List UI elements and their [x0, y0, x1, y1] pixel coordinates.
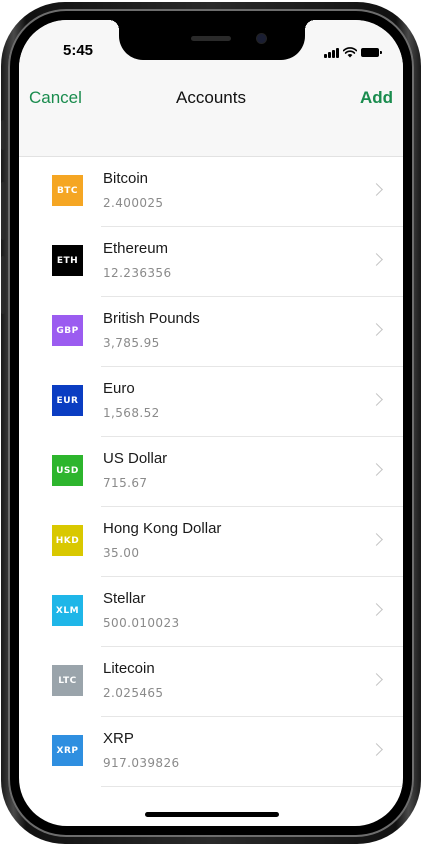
account-row-hkd[interactable]: HKD Hong Kong Dollar 35.00 — [19, 507, 403, 577]
chevron-right-icon — [370, 533, 383, 546]
account-name: Bitcoin — [103, 170, 149, 187]
account-name: US Dollar — [103, 450, 168, 467]
chevron-right-icon — [370, 673, 383, 686]
account-name: Stellar — [103, 590, 146, 607]
chevron-right-icon — [370, 463, 383, 476]
chevron-right-icon — [370, 183, 383, 196]
volume-down-button — [1, 256, 5, 314]
volume-up-button — [1, 182, 5, 240]
account-name: Euro — [103, 380, 135, 397]
currency-badge: GBP — [52, 315, 83, 346]
account-balance: 2.400025 — [103, 196, 164, 210]
account-row-eth[interactable]: ETH Ethereum 12.236356 — [19, 227, 403, 297]
battery-icon — [361, 48, 382, 57]
account-balance: 35.00 — [103, 546, 140, 560]
cellular-signal-icon — [324, 48, 339, 58]
account-name: Ethereum — [103, 240, 169, 257]
account-row-ltc[interactable]: LTC Litecoin 2.025465 — [19, 647, 403, 717]
front-camera — [257, 34, 266, 43]
currency-badge: XLM — [52, 595, 83, 626]
chevron-right-icon — [370, 393, 383, 406]
page-title: Accounts — [176, 88, 246, 107]
account-name: Hong Kong Dollar — [103, 520, 222, 537]
account-name: XRP — [103, 730, 134, 747]
navigation-bar: Cancel Accounts Add — [19, 64, 403, 157]
mute-switch — [1, 120, 5, 150]
account-row-btc[interactable]: BTC Bitcoin 2.400025 — [19, 157, 403, 227]
speaker-grille — [191, 36, 231, 41]
account-balance: 500.010023 — [103, 616, 180, 630]
account-balance: 3,785.95 — [103, 336, 160, 350]
account-row-eur[interactable]: EUR Euro 1,568.52 — [19, 367, 403, 437]
currency-badge: EUR — [52, 385, 83, 416]
account-balance: 12.236356 — [103, 266, 172, 280]
add-button[interactable]: Add — [360, 88, 393, 108]
home-indicator[interactable] — [145, 812, 279, 817]
account-row-xlm[interactable]: XLM Stellar 500.010023 — [19, 577, 403, 647]
account-name: British Pounds — [103, 310, 200, 327]
chevron-right-icon — [370, 603, 383, 616]
chevron-right-icon — [370, 323, 383, 336]
chevron-right-icon — [370, 743, 383, 756]
wifi-icon — [343, 47, 357, 58]
status-time: 5:45 — [63, 42, 94, 59]
phone-screen: 5:45 Cancel Accounts Add BTC Bitcoin 2.4… — [19, 20, 403, 826]
account-list: BTC Bitcoin 2.400025 ETH Ethereum 12.236… — [19, 157, 403, 787]
account-balance: 2.025465 — [103, 686, 164, 700]
currency-badge: LTC — [52, 665, 83, 696]
account-balance: 715.67 — [103, 476, 148, 490]
account-balance: 1,568.52 — [103, 406, 160, 420]
chevron-right-icon — [370, 253, 383, 266]
account-row-xrp[interactable]: XRP XRP 917.039826 — [19, 717, 403, 787]
currency-badge: HKD — [52, 525, 83, 556]
currency-badge: XRP — [52, 735, 83, 766]
account-row-gbp[interactable]: GBP British Pounds 3,785.95 — [19, 297, 403, 367]
account-balance: 917.039826 — [103, 756, 180, 770]
currency-badge: BTC — [52, 175, 83, 206]
status-icons — [324, 46, 382, 58]
account-name: Litecoin — [103, 660, 155, 677]
account-row-usd[interactable]: USD US Dollar 715.67 — [19, 437, 403, 507]
device-notch — [109, 20, 315, 60]
currency-badge: ETH — [52, 245, 83, 276]
currency-badge: USD — [52, 455, 83, 486]
